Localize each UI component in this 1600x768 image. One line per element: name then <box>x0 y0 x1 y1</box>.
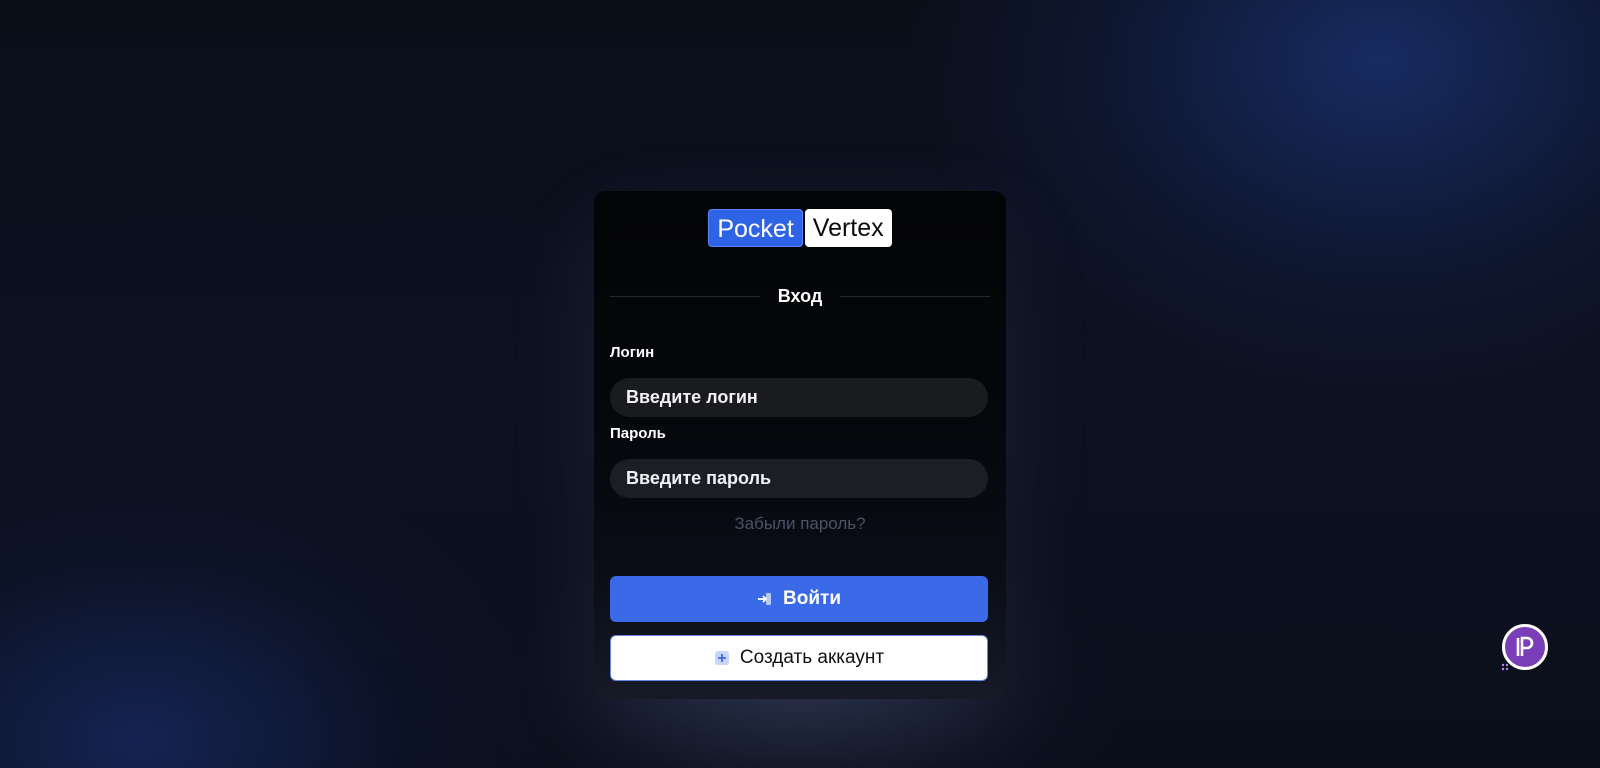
forgot-password-link[interactable]: Забыли пароль? <box>594 514 1006 534</box>
form-title: Вход <box>777 285 823 306</box>
logo-part-vertex: Vertex <box>804 209 892 247</box>
plus-square-icon <box>714 650 730 666</box>
login-button-label: Войти <box>783 588 841 609</box>
floating-assistant-button[interactable] <box>1501 624 1548 671</box>
login-label: Логин <box>610 344 655 361</box>
heading-divider-right <box>840 295 991 297</box>
login-input[interactable] <box>610 378 988 417</box>
badge-dots-icon <box>1501 660 1511 671</box>
password-input[interactable] <box>610 459 988 498</box>
sign-in-icon <box>757 591 773 607</box>
login-card: Pocket Vertex Вход Логин Пароль Забыли п… <box>594 191 1006 699</box>
logo-part-pocket: Pocket <box>708 209 803 247</box>
form-heading: Вход <box>610 283 991 309</box>
login-button[interactable]: Войти <box>610 576 988 622</box>
heading-divider-left <box>610 295 760 297</box>
password-label: Пароль <box>610 425 666 442</box>
p-logo-icon <box>1512 634 1538 660</box>
create-account-label: Создать аккаунт <box>739 647 885 668</box>
create-account-button[interactable]: Создать аккаунт <box>610 635 988 681</box>
app-logo: Pocket Vertex <box>594 209 1006 247</box>
